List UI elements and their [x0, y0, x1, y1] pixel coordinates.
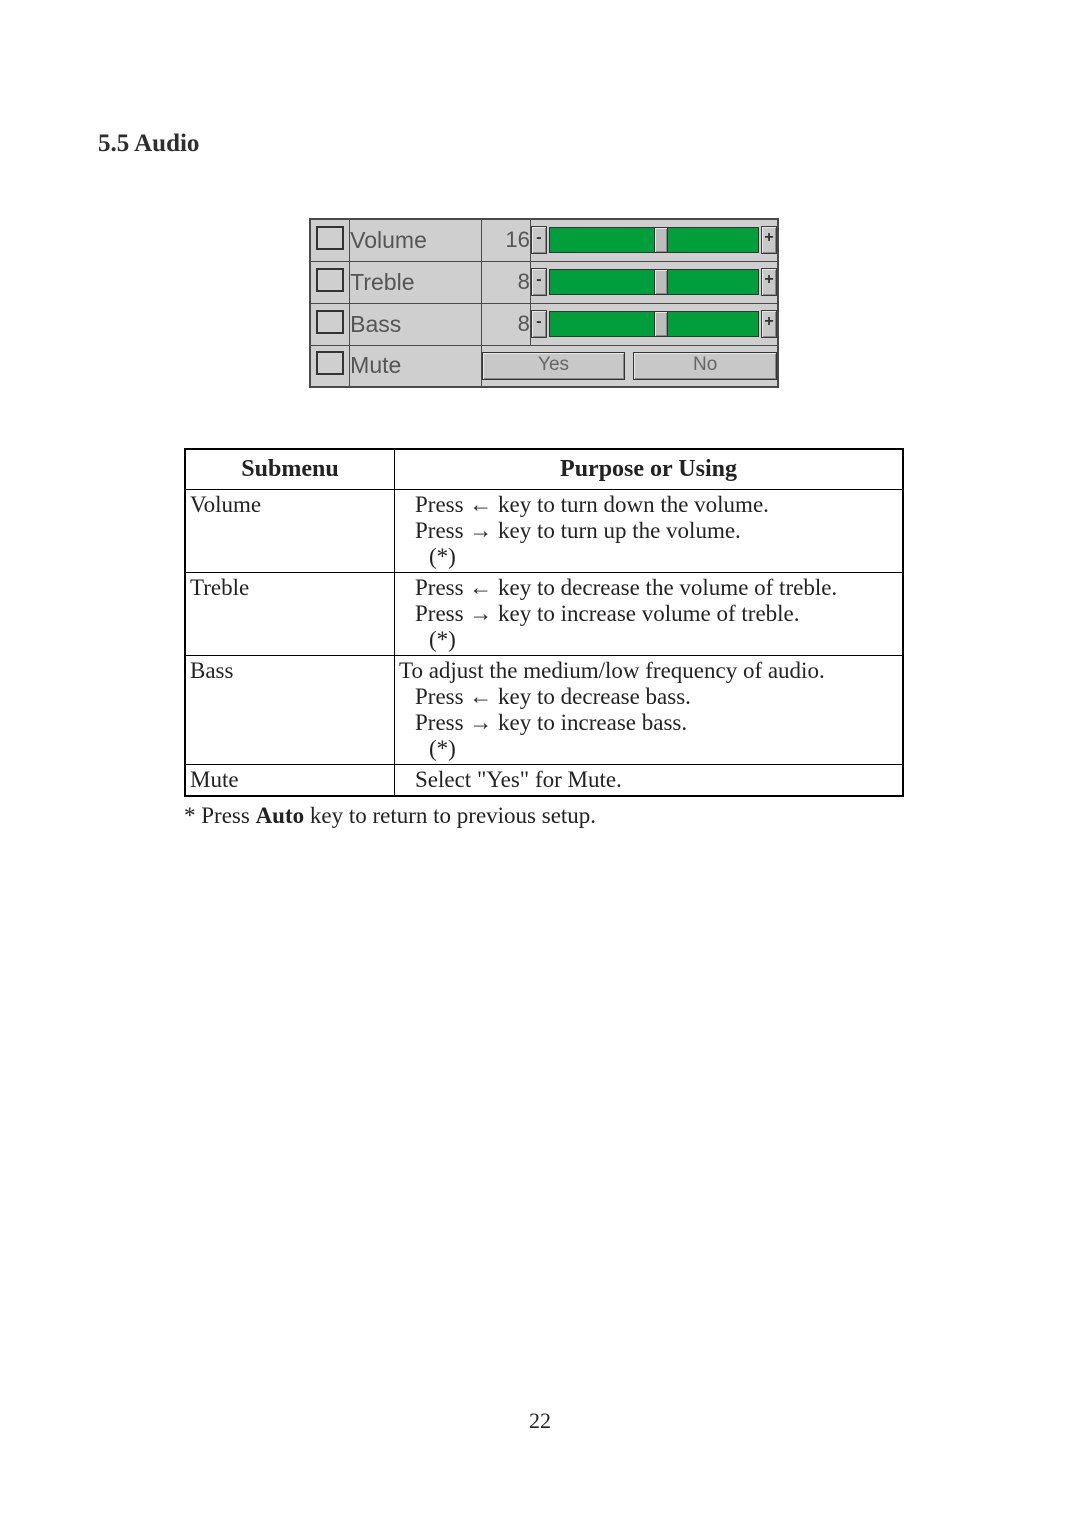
table-cell-submenu: Bass	[185, 656, 395, 765]
section-heading: 5.5 Audio	[98, 130, 990, 158]
osd-label: Treble	[350, 261, 482, 303]
slider-thumb[interactable]	[654, 311, 668, 337]
table-row: Treble Press ← key to decrease the volum…	[185, 573, 903, 656]
osd-row-treble: Treble 8 - +	[310, 261, 778, 303]
table-row: Mute Select "Yes" for Mute.	[185, 765, 903, 797]
osd-label: Volume	[350, 219, 482, 261]
osd-label: Mute	[350, 345, 482, 387]
treble-icon	[310, 261, 350, 303]
table-row: Bass To adjust the medium/low frequency …	[185, 656, 903, 765]
bass-icon	[310, 303, 350, 345]
table-cell-submenu: Volume	[185, 490, 395, 573]
table-header-purpose: Purpose or Using	[395, 449, 904, 490]
slider-thumb[interactable]	[654, 227, 668, 253]
osd-row-bass: Bass 8 - +	[310, 303, 778, 345]
slider-thumb[interactable]	[654, 269, 668, 295]
slider-minus-button[interactable]: -	[531, 268, 547, 296]
table-cell-purpose: To adjust the medium/low frequency of au…	[395, 656, 904, 765]
slider-minus-button[interactable]: -	[531, 226, 547, 254]
mute-yes-button[interactable]: Yes	[482, 352, 626, 380]
treble-slider[interactable]: - +	[531, 268, 777, 296]
table-cell-submenu: Mute	[185, 765, 395, 797]
slider-plus-button[interactable]: +	[761, 268, 777, 296]
osd-row-volume: Volume 16 - +	[310, 219, 778, 261]
slider-track[interactable]	[549, 227, 759, 253]
page-number: 22	[0, 1408, 1080, 1434]
osd-label: Bass	[350, 303, 482, 345]
table-cell-purpose: Select "Yes" for Mute.	[395, 765, 904, 797]
footnote: * Press Auto key to return to previous s…	[184, 803, 904, 829]
table-cell-purpose: Press ← key to decrease the volume of tr…	[395, 573, 904, 656]
volume-icon	[310, 219, 350, 261]
audio-osd-panel: Volume 16 - + Treble 8 -	[309, 218, 779, 388]
slider-track[interactable]	[549, 311, 759, 337]
slider-track[interactable]	[549, 269, 759, 295]
table-cell-submenu: Treble	[185, 573, 395, 656]
mute-icon	[310, 345, 350, 387]
table-header-submenu: Submenu	[185, 449, 395, 490]
osd-row-mute: Mute Yes No	[310, 345, 778, 387]
slider-minus-button[interactable]: -	[531, 310, 547, 338]
osd-value: 8	[481, 303, 530, 345]
slider-plus-button[interactable]: +	[761, 310, 777, 338]
volume-slider[interactable]: - +	[531, 226, 777, 254]
slider-plus-button[interactable]: +	[761, 226, 777, 254]
osd-value: 16	[481, 219, 530, 261]
table-row: Volume Press ← key to turn down the volu…	[185, 490, 903, 573]
mute-no-button[interactable]: No	[633, 352, 777, 380]
description-table: Submenu Purpose or Using Volume Press ← …	[184, 448, 904, 797]
osd-value: 8	[481, 261, 530, 303]
table-cell-purpose: Press ← key to turn down the volume. Pre…	[395, 490, 904, 573]
bass-slider[interactable]: - +	[531, 310, 777, 338]
